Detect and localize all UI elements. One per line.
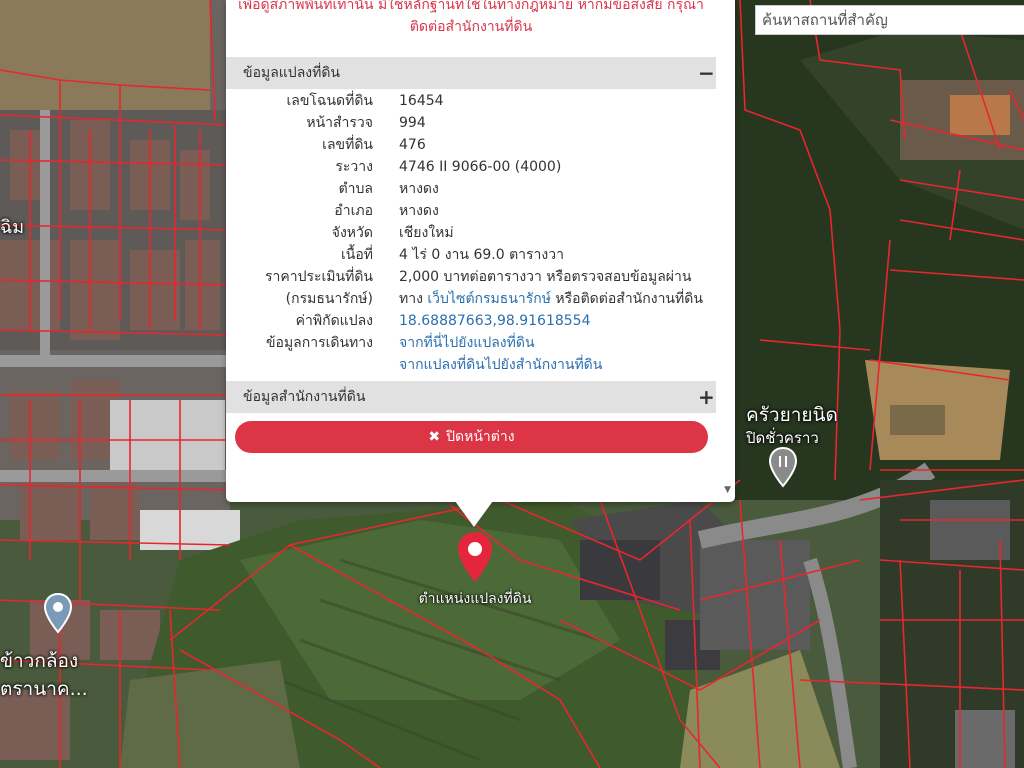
section-title: ข้อมูลสำนักงานที่ดิน <box>243 389 366 405</box>
detail-row: ตำบล หางดง <box>226 178 716 200</box>
parcel-location-pin-icon[interactable] <box>456 530 494 584</box>
section-title: ข้อมูลแปลงที่ดิน <box>243 65 341 81</box>
subdistrict-label: ตำบล <box>338 181 373 197</box>
appraisal-label-line: ราคาประเมินที่ดิน <box>264 269 373 285</box>
area-label: เนื้อที่ <box>341 247 373 263</box>
parcel-details: เลขโฉนดที่ดิน 16454 หน้าสำรวจ 994 เลขที่… <box>226 90 716 376</box>
deed-no-label: เลขโฉนดที่ดิน <box>286 93 373 109</box>
parcel-location-label: ตำแหน่งแปลงที่ดิน <box>418 591 532 607</box>
detail-row: เนื้อที่ 4 ไร่ 0 งาน 69.0 ตารางวา <box>226 244 716 266</box>
place-label-partial: ฉิม <box>0 217 25 238</box>
detail-row: จังหวัด เชียงใหม่ <box>226 222 716 244</box>
detail-row: หน้าสำรวจ 994 <box>226 112 716 134</box>
appraisal-label: ราคาประเมินที่ดิน (กรมธนารักษ์) <box>226 266 399 310</box>
deed-no-value: 16454 <box>399 93 444 109</box>
appraisal-value-line: ทาง เว็บไซต์กรมธนารักษ์ หรือติดต่อสำนักง… <box>399 288 716 310</box>
detail-row: อำเภอ หางดง <box>226 200 716 222</box>
treasury-website-link[interactable]: เว็บไซต์กรมธนารักษ์ <box>427 291 551 307</box>
directions-to-office-link[interactable]: จากแปลงที่ดินไปยังสำนักงานที่ดิน <box>399 357 602 373</box>
poi-marker-icon[interactable] <box>768 446 798 490</box>
province-label: จังหวัด <box>331 225 373 241</box>
close-button-label: ปิดหน้าต่าง <box>446 429 515 445</box>
expand-icon[interactable]: + <box>698 387 715 407</box>
subdistrict-value: หางดง <box>399 181 439 197</box>
appraisal-value-line: 2,000 บาทต่อตารางวา หรือตรวจสอบข้อมูลผ่า… <box>399 269 692 285</box>
coords-label: ค่าพิกัดแปลง <box>295 313 373 329</box>
search-input[interactable] <box>755 5 1024 35</box>
detail-row: เลขโฉนดที่ดิน 16454 <box>226 90 716 112</box>
detail-row: ค่าพิกัดแปลง 18.68887663,98.91618554 <box>226 310 716 332</box>
parcel-section-header[interactable]: ข้อมูลแปลงที่ดิน − <box>226 57 716 89</box>
province-value: เชียงใหม่ <box>399 225 454 241</box>
district-label: อำเภอ <box>334 203 373 219</box>
appraisal-text: หรือติดต่อสำนักงานที่ดิน <box>550 291 703 307</box>
land-no-label: เลขที่ดิน <box>322 137 373 153</box>
survey-page-label: หน้าสำรวจ <box>306 115 373 131</box>
detail-row: ข้อมูลการเดินทาง จากที่นี่ไปยังแปลงที่ดิ… <box>226 332 716 376</box>
parcel-info-popup: เพื่อดูสภาพพื้นที่เท่านั้น มิใช่หลักฐานท… <box>226 0 735 502</box>
disclaimer-line: ติดต่อสำนักงานที่ดิน <box>409 19 533 35</box>
area-value: 4 ไร่ 0 งาน 69.0 ตารางวา <box>399 247 564 263</box>
place-subname: ตรานาค... <box>0 678 88 700</box>
directions-label: ข้อมูลการเดินทาง <box>265 335 373 351</box>
poi-marker-icon[interactable] <box>42 592 74 636</box>
coords-link[interactable]: 18.68887663,98.91618554 <box>399 313 591 329</box>
place-label-rice[interactable]: ข้าวกล้อง ตรานาค... <box>0 646 88 704</box>
grid-value: 4746 II 9066-00 (4000) <box>399 159 562 175</box>
place-label-restaurant[interactable]: ครัวยายนิด ปิดชั่วคราว <box>746 400 838 450</box>
collapse-icon[interactable]: − <box>698 63 715 83</box>
scroll-down-icon[interactable]: ▼ <box>724 485 731 495</box>
close-window-button[interactable]: ✖ ปิดหน้าต่าง <box>235 421 708 453</box>
grid-label: ระวาง <box>335 159 373 175</box>
disclaimer-line: เพื่อดูสภาพพื้นที่เท่านั้น มิใช่หลักฐานท… <box>238 0 704 13</box>
close-icon: ✖ <box>428 429 441 445</box>
office-section-header[interactable]: ข้อมูลสำนักงานที่ดิน + <box>226 381 716 413</box>
land-no-value: 476 <box>399 137 426 153</box>
appraisal-text: ทาง <box>399 291 428 307</box>
district-value: หางดง <box>399 203 439 219</box>
detail-row: ระวาง 4746 II 9066-00 (4000) <box>226 156 716 178</box>
disclaimer-text: เพื่อดูสภาพพื้นที่เท่านั้น มิใช่หลักฐานท… <box>226 0 716 38</box>
appraisal-label-line: (กรมธนารักษ์) <box>285 291 373 307</box>
place-name: ข้าวกล้อง <box>0 650 79 672</box>
popup-tail <box>455 501 493 527</box>
detail-row: ราคาประเมินที่ดิน (กรมธนารักษ์) 2,000 บา… <box>226 266 716 310</box>
detail-row: เลขที่ดิน 476 <box>226 134 716 156</box>
appraisal-value: 2,000 บาทต่อตารางวา หรือตรวจสอบข้อมูลผ่า… <box>399 266 716 310</box>
survey-page-value: 994 <box>399 115 426 131</box>
directions-to-parcel-link[interactable]: จากที่นี่ไปยังแปลงที่ดิน <box>399 335 535 351</box>
